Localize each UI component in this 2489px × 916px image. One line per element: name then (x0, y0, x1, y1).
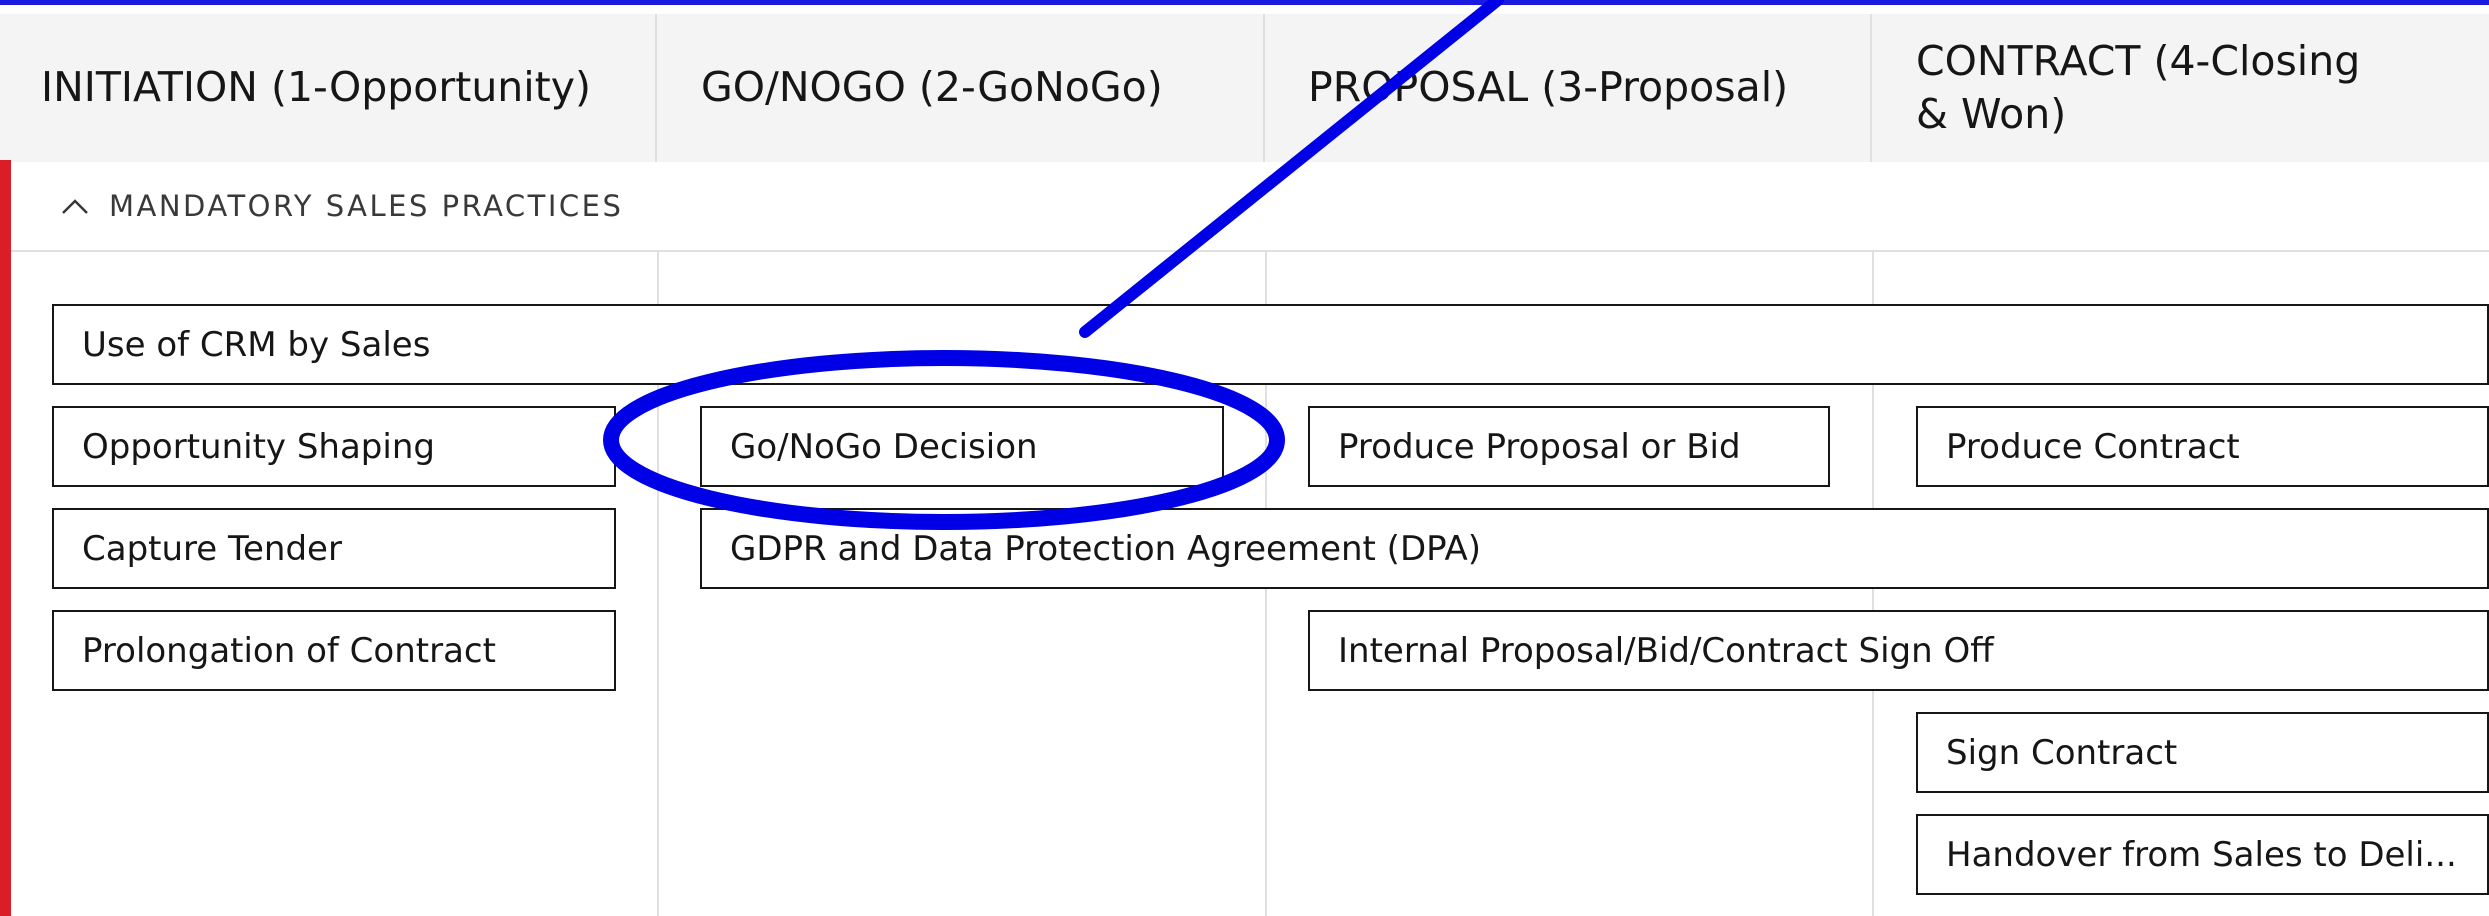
stage-label: PROPOSAL (3-Proposal) (1308, 63, 1789, 112)
left-accent-bar (0, 160, 11, 916)
practice-produce-contract[interactable]: Produce Contract (1916, 406, 2489, 487)
practice-label: Sign Contract (1946, 732, 2178, 773)
stage-label: GO/NOGO (2-GoNoGo) (701, 63, 1163, 112)
practice-label: Opportunity Shaping (82, 426, 435, 467)
practice-gonogo-decision[interactable]: Go/NoGo Decision (700, 406, 1224, 487)
practice-label: Use of CRM by Sales (82, 324, 431, 365)
practice-capture-tender[interactable]: Capture Tender (52, 508, 616, 589)
practice-label: Capture Tender (82, 528, 342, 569)
practice-gdpr-dpa[interactable]: GDPR and Data Protection Agreement (DPA) (700, 508, 2489, 589)
practice-produce-proposal[interactable]: Produce Proposal or Bid (1308, 406, 1830, 487)
stage-proposal[interactable]: PROPOSAL (3-Proposal) (1265, 14, 1870, 162)
stage-label: INITIATION (1-Opportunity) (41, 63, 592, 112)
practice-label: Handover from Sales to Deli... (1946, 834, 2457, 875)
practice-label: Internal Proposal/Bid/Contract Sign Off (1338, 630, 1994, 671)
practice-label: Go/NoGo Decision (730, 426, 1038, 467)
practice-sign-contract[interactable]: Sign Contract (1916, 712, 2489, 793)
stage-initiation[interactable]: INITIATION (1-Opportunity) (0, 14, 655, 162)
section-title: MANDATORY SALES PRACTICES (109, 189, 624, 223)
window-border (0, 0, 2489, 5)
practice-label: GDPR and Data Protection Agreement (DPA) (730, 528, 1481, 569)
process-board: INITIATION (1-Opportunity) GO/NOGO (2-Go… (0, 0, 2489, 916)
section-toggle-mandatory-practices[interactable]: MANDATORY SALES PRACTICES (11, 162, 2489, 252)
practice-internal-signoff[interactable]: Internal Proposal/Bid/Contract Sign Off (1308, 610, 2489, 691)
practice-opportunity-shaping[interactable]: Opportunity Shaping (52, 406, 616, 487)
stage-gonogo[interactable]: GO/NOGO (2-GoNoGo) (657, 14, 1263, 162)
practice-label: Prolongation of Contract (82, 630, 496, 671)
practice-handover[interactable]: Handover from Sales to Deli... (1916, 814, 2489, 895)
practice-label: Produce Contract (1946, 426, 2240, 467)
practice-label: Produce Proposal or Bid (1338, 426, 1741, 467)
practice-prolongation[interactable]: Prolongation of Contract (52, 610, 616, 691)
stage-header: INITIATION (1-Opportunity) GO/NOGO (2-Go… (0, 14, 2489, 162)
practice-use-of-crm[interactable]: Use of CRM by Sales (52, 304, 2489, 385)
chevron-up-icon (59, 190, 91, 222)
stage-contract[interactable]: CONTRACT (4-Closing & Won) (1872, 14, 2489, 162)
stage-label: CONTRACT (4-Closing & Won) (1916, 36, 2361, 138)
